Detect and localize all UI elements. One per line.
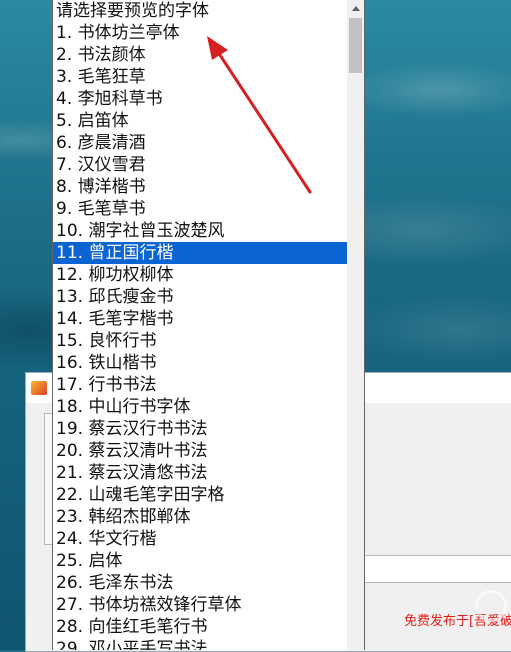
- font-list-item[interactable]: 15. 良怀行书: [53, 330, 347, 352]
- chevron-up-icon: [351, 6, 360, 11]
- font-list-item[interactable]: 16. 铁山楷书: [53, 352, 347, 374]
- scroll-thumb[interactable]: [349, 18, 362, 73]
- font-list-item[interactable]: 26. 毛泽东书法: [53, 572, 347, 594]
- watermark-logo: [427, 588, 507, 622]
- font-list-item[interactable]: 18. 中山行书字体: [53, 396, 347, 418]
- font-list-item[interactable]: 11. 曾正国行楷: [53, 242, 347, 264]
- font-list-item[interactable]: 10. 潮字社曾玉波楚风: [53, 220, 347, 242]
- font-list-item[interactable]: 8. 博洋楷书: [53, 176, 347, 198]
- font-list-item[interactable]: 17. 行书书法: [53, 374, 347, 396]
- font-dropdown-list[interactable]: 请选择要预览的字体 1. 书体坊兰亭体 2. 书法颜体 3. 毛笔狂草 4. 李旭科草…: [52, 0, 365, 650]
- font-list: 请选择要预览的字体 1. 书体坊兰亭体 2. 书法颜体 3. 毛笔狂草 4. 李旭科草…: [53, 0, 347, 650]
- font-list-item[interactable]: 12. 柳功权柳体: [53, 264, 347, 286]
- font-list-item[interactable]: 5. 启笛体: [53, 110, 347, 132]
- font-list-item[interactable]: 1. 书体坊兰亭体: [53, 22, 347, 44]
- scroll-up-button[interactable]: [347, 0, 364, 17]
- font-list-item[interactable]: 21. 蔡云汉清悠书法: [53, 462, 347, 484]
- font-list-item[interactable]: 24. 华文行楷: [53, 528, 347, 550]
- font-list-item[interactable]: 9. 毛笔草书: [53, 198, 347, 220]
- font-list-item[interactable]: 29. 邓小平手写书法: [53, 638, 347, 650]
- font-list-item[interactable]: 2. 书法颜体: [53, 44, 347, 66]
- list-header[interactable]: 请选择要预览的字体: [53, 0, 347, 22]
- font-list-item[interactable]: 23. 韩绍杰邯郸体: [53, 506, 347, 528]
- font-list-item[interactable]: 25. 启体: [53, 550, 347, 572]
- font-list-item[interactable]: 6. 彦晨清酒: [53, 132, 347, 154]
- font-list-item[interactable]: 13. 邱氏瘦金书: [53, 286, 347, 308]
- font-list-item[interactable]: 14. 毛笔字楷书: [53, 308, 347, 330]
- font-list-item[interactable]: 19. 蔡云汉行书书法: [53, 418, 347, 440]
- font-list-item[interactable]: 27. 书体坊禚效锋行草体: [53, 594, 347, 616]
- font-list-item[interactable]: 3. 毛笔狂草: [53, 66, 347, 88]
- app-icon: [31, 381, 47, 395]
- font-list-item[interactable]: 4. 李旭科草书: [53, 88, 347, 110]
- font-list-item[interactable]: 28. 向佳红毛笔行书: [53, 616, 347, 638]
- font-list-item[interactable]: 20. 蔡云汉清叶书法: [53, 440, 347, 462]
- font-list-item[interactable]: 7. 汉仪雪君: [53, 154, 347, 176]
- vertical-scrollbar[interactable]: [347, 0, 364, 650]
- font-list-item[interactable]: 22. 山魂毛笔字田字格: [53, 484, 347, 506]
